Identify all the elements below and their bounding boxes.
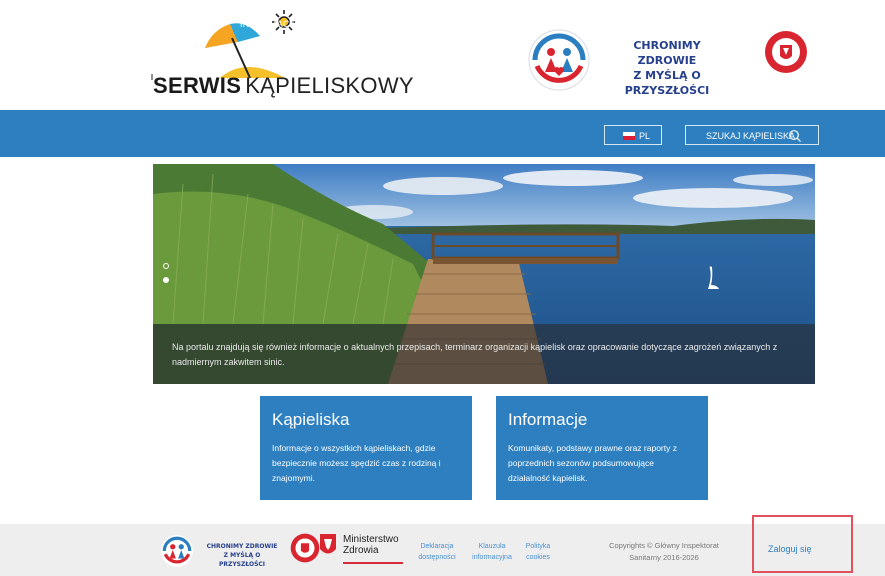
- card-kapieliska[interactable]: Kąpieliska Informacje o wszystkich kąpie…: [260, 396, 472, 500]
- pis-inspection-badge: [290, 533, 320, 563]
- ministry-line-2: Zdrowia: [343, 545, 379, 556]
- pis-inspection-badge: [765, 31, 807, 73]
- footer-link-line-2: informacyjna: [472, 554, 512, 561]
- copyright-text: Copyrights © Główny Inspektorat Sanitarn…: [590, 540, 738, 564]
- footer-link-accessibility[interactable]: Deklaracja dostępności: [413, 541, 461, 563]
- hero-caption-text: Na portalu znajdują się również informac…: [172, 342, 778, 367]
- footer-campaign-line-1: CHRONIMY ZDROWIE: [206, 543, 278, 550]
- slider-dot-2[interactable]: [163, 277, 169, 283]
- card-description: Informacje o wszystkich kąpieliskach, gd…: [272, 443, 441, 483]
- card-title: Kąpieliska: [272, 410, 350, 429]
- family-heart-icon: [528, 29, 590, 91]
- ministry-line-1: Ministerstwo: [343, 534, 399, 545]
- logo-word-light: KĄPIELISKOWY: [245, 73, 414, 98]
- poland-flag-icon: [623, 132, 635, 140]
- footer-link-cookies[interactable]: Polityka cookies: [520, 541, 556, 563]
- campaign-line-1: CHRONIMY ZDROWIE: [633, 39, 701, 67]
- language-button[interactable]: PL: [604, 125, 662, 145]
- campaign-line-2: Z MYŚLĄ O PRZYSZŁOŚCI: [624, 69, 710, 97]
- hero-caption: Na portalu znajdują się również informac…: [153, 324, 815, 384]
- site-header: SERWIS KĄPIELISKOWY CHRONIMY ZDROWIE Z MY…: [0, 0, 885, 110]
- ministry-underline: [343, 562, 403, 564]
- logo-wordmark: SERWIS KĄPIELISKOWY: [153, 73, 414, 99]
- eagle-emblem-icon: [320, 534, 336, 554]
- footer-link-line-2: dostępności: [418, 554, 456, 561]
- card-title: Informacje: [508, 410, 588, 429]
- language-label: PL: [639, 131, 651, 141]
- nav-item-informacje[interactable]: INFORMACJE: [240, 19, 301, 29]
- copyright-line-2: Sanitarny 2016-2026: [629, 553, 699, 562]
- footer-link-information-clause[interactable]: Klauzula informacyjna: [466, 541, 518, 563]
- footer-link-line-1: Klauzula: [478, 543, 506, 550]
- family-heart-icon: [161, 535, 193, 567]
- login-link[interactable]: Zaloguj się: [768, 544, 812, 554]
- nav-item-kapieliska[interactable]: KĄPIELISKA: [159, 19, 213, 29]
- card-informacje[interactable]: Informacje Komunikaty, podstawy prawne o…: [496, 396, 708, 500]
- hero-slider[interactable]: Na portalu znajdują się również informac…: [153, 164, 815, 384]
- logo-word-bold: SERWIS: [153, 73, 242, 98]
- search-beach-button[interactable]: SZUKAJ KĄPIELISKA: [685, 125, 819, 145]
- footer-campaign-slogan: CHRONIMY ZDROWIE Z MYŚLĄ O PRZYSZŁOŚCI: [200, 542, 284, 569]
- slider-dot-1[interactable]: [163, 263, 169, 269]
- footer-link-line-1: Deklaracja: [420, 543, 454, 550]
- card-description: Komunikaty, podstawy prawne oraz raporty…: [508, 443, 677, 483]
- copyright-line-1: Copyrights © Główny Inspektorat: [609, 541, 719, 550]
- campaign-logo: CHRONIMY ZDROWIE Z MYŚLĄ O PRZYSZŁOŚCI: [527, 28, 807, 97]
- campaign-slogan: CHRONIMY ZDROWIE Z MYŚLĄ O PRZYSZŁOŚCI: [607, 38, 727, 98]
- footer-link-line-1: Polityka: [525, 543, 551, 550]
- ministry-name[interactable]: Ministerstwo Zdrowia: [343, 534, 399, 556]
- footer-campaign-line-2: Z MYŚLĄ O PRZYSZŁOŚCI: [218, 552, 266, 568]
- search-beach-label: SZUKAJ KĄPIELISKA: [706, 131, 796, 141]
- footer-link-line-2: cookies: [526, 554, 550, 561]
- search-icon: [789, 130, 801, 142]
